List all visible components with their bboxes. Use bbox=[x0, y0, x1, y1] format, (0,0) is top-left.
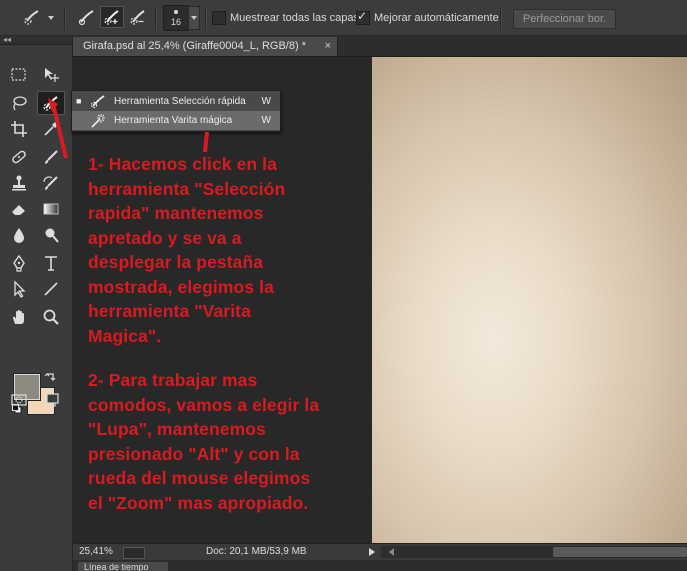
subtract-from-selection-brush-icon bbox=[130, 10, 145, 25]
status-options-icon[interactable] bbox=[123, 547, 145, 559]
flyout-item-shortcut: W bbox=[261, 115, 271, 126]
new-selection-button[interactable] bbox=[75, 6, 99, 28]
giraffe-photo[interactable] bbox=[372, 57, 687, 543]
quick-mask-icon bbox=[11, 394, 27, 406]
crop-icon bbox=[11, 121, 27, 137]
stamp-icon bbox=[12, 175, 26, 191]
close-tab-icon[interactable]: × bbox=[325, 37, 331, 56]
type-tool[interactable] bbox=[38, 252, 64, 274]
zoom-level[interactable]: 25,41% bbox=[79, 544, 113, 560]
document-tab-title: Girafa.psd al 25,4% (Giraffe0004_L, RGB/… bbox=[83, 40, 306, 52]
eraser-tool[interactable] bbox=[6, 198, 32, 220]
auto-enhance-checkbox[interactable] bbox=[356, 9, 370, 25]
refine-edge-button[interactable]: Perfeccionar bor. bbox=[513, 9, 616, 29]
magic-wand-icon bbox=[91, 114, 105, 128]
line-tool[interactable] bbox=[38, 278, 64, 300]
spot-healing-brush-tool[interactable] bbox=[6, 146, 32, 168]
tools-panel: ◂◂ bbox=[0, 36, 73, 571]
flyout-item-quick-selection[interactable]: ■ Herramienta Selección rápida W bbox=[72, 92, 280, 111]
rectangular-marquee-icon bbox=[11, 68, 26, 81]
dodge-tool[interactable] bbox=[38, 224, 64, 246]
blur-tool[interactable] bbox=[6, 224, 32, 246]
options-bar: 16 Muestrear todas las capas Mejorar aut… bbox=[0, 0, 687, 36]
document-tab-bar: Girafa.psd al 25,4% (Giraffe0004_L, RGB/… bbox=[73, 36, 687, 57]
rectangular-marquee-tool[interactable] bbox=[6, 64, 32, 86]
current-tool-marker: ■ bbox=[76, 96, 82, 106]
annotation-step-2: 2- Para trabajar mas comodos, vamos a el… bbox=[88, 370, 320, 513]
lasso-tool[interactable] bbox=[6, 92, 32, 114]
hand-tool[interactable] bbox=[6, 306, 32, 328]
quick-mask-mode-button[interactable] bbox=[6, 389, 32, 411]
move-icon bbox=[45, 68, 59, 82]
brush-tool[interactable] bbox=[38, 146, 64, 168]
hand-icon bbox=[13, 310, 24, 324]
status-menu-arrow-icon[interactable] bbox=[369, 548, 379, 556]
annotation-step-1: 1- Hacemos click en la herramienta "Sele… bbox=[88, 154, 286, 346]
quick-selection-tool[interactable] bbox=[37, 91, 65, 115]
tool-preset-dropdown[interactable] bbox=[46, 6, 56, 28]
collapse-panel-button[interactable]: ◂◂ bbox=[0, 36, 72, 45]
sample-all-layers-label: Muestrear todas las capas bbox=[230, 12, 360, 24]
history-brush-icon bbox=[43, 176, 58, 190]
history-brush-tool[interactable] bbox=[38, 172, 64, 194]
path-selection-tool[interactable] bbox=[6, 278, 32, 300]
add-to-selection-brush-icon bbox=[104, 10, 119, 25]
add-to-selection-button[interactable] bbox=[100, 6, 124, 28]
bottom-panel: Línea de tiempo bbox=[73, 560, 687, 571]
pen-tool[interactable] bbox=[6, 252, 32, 274]
scroll-left-icon[interactable] bbox=[385, 548, 394, 556]
crop-tool[interactable] bbox=[6, 118, 32, 140]
path-selection-icon bbox=[14, 280, 26, 298]
gradient-icon bbox=[43, 203, 59, 215]
lasso-icon bbox=[13, 96, 27, 111]
eyedropper-tool[interactable] bbox=[38, 118, 64, 140]
tool-flyout-menu: ■ Herramienta Selección rápida W Herrami… bbox=[71, 90, 281, 132]
gradient-tool[interactable] bbox=[38, 198, 64, 220]
bandage-icon bbox=[12, 150, 26, 164]
sample-all-layers-checkbox[interactable] bbox=[212, 11, 226, 25]
brush-size-dropdown[interactable] bbox=[188, 6, 200, 30]
horizontal-scrollbar[interactable] bbox=[381, 546, 687, 558]
flyout-item-label: Herramienta Varita mágica bbox=[114, 115, 233, 126]
screen-mode-icon bbox=[43, 393, 59, 407]
clone-stamp-tool[interactable] bbox=[6, 172, 32, 194]
line-icon bbox=[44, 282, 58, 296]
eyedropper-icon bbox=[44, 122, 58, 136]
move-tool[interactable] bbox=[38, 64, 64, 86]
zoom-tool[interactable] bbox=[38, 306, 64, 328]
auto-enhance-label: Mejorar automáticamente bbox=[374, 12, 499, 24]
magnifier-icon bbox=[43, 309, 59, 325]
dodge-icon bbox=[45, 228, 59, 243]
eraser-icon bbox=[12, 205, 25, 215]
screen-mode-button[interactable] bbox=[38, 389, 64, 411]
quick-selection-icon bbox=[90, 95, 105, 109]
brush-icon bbox=[45, 150, 58, 164]
drop-icon bbox=[14, 228, 24, 243]
tool-preset-picker[interactable] bbox=[20, 6, 46, 28]
scrollbar-thumb[interactable] bbox=[553, 547, 687, 557]
timeline-tab[interactable]: Línea de tiempo bbox=[78, 562, 168, 571]
subtract-from-selection-button[interactable] bbox=[126, 6, 150, 28]
pen-icon bbox=[13, 254, 25, 272]
swap-colors-icon[interactable] bbox=[44, 372, 56, 384]
brush-size-picker[interactable]: 16 bbox=[163, 5, 189, 31]
status-bar: 25,41% Doc: 20,1 MB/53,9 MB bbox=[73, 543, 687, 560]
quick-selection-icon bbox=[24, 10, 39, 25]
flyout-item-label: Herramienta Selección rápida bbox=[114, 96, 246, 107]
flyout-item-shortcut: W bbox=[261, 96, 271, 107]
flyout-item-magic-wand[interactable]: Herramienta Varita mágica W bbox=[72, 111, 280, 130]
document-size-info: Doc: 20,1 MB/53,9 MB bbox=[206, 546, 307, 557]
type-icon bbox=[45, 256, 57, 271]
document-tab[interactable]: Girafa.psd al 25,4% (Giraffe0004_L, RGB/… bbox=[73, 37, 338, 56]
new-selection-brush-icon bbox=[78, 10, 94, 26]
quick-selection-icon bbox=[43, 96, 58, 111]
